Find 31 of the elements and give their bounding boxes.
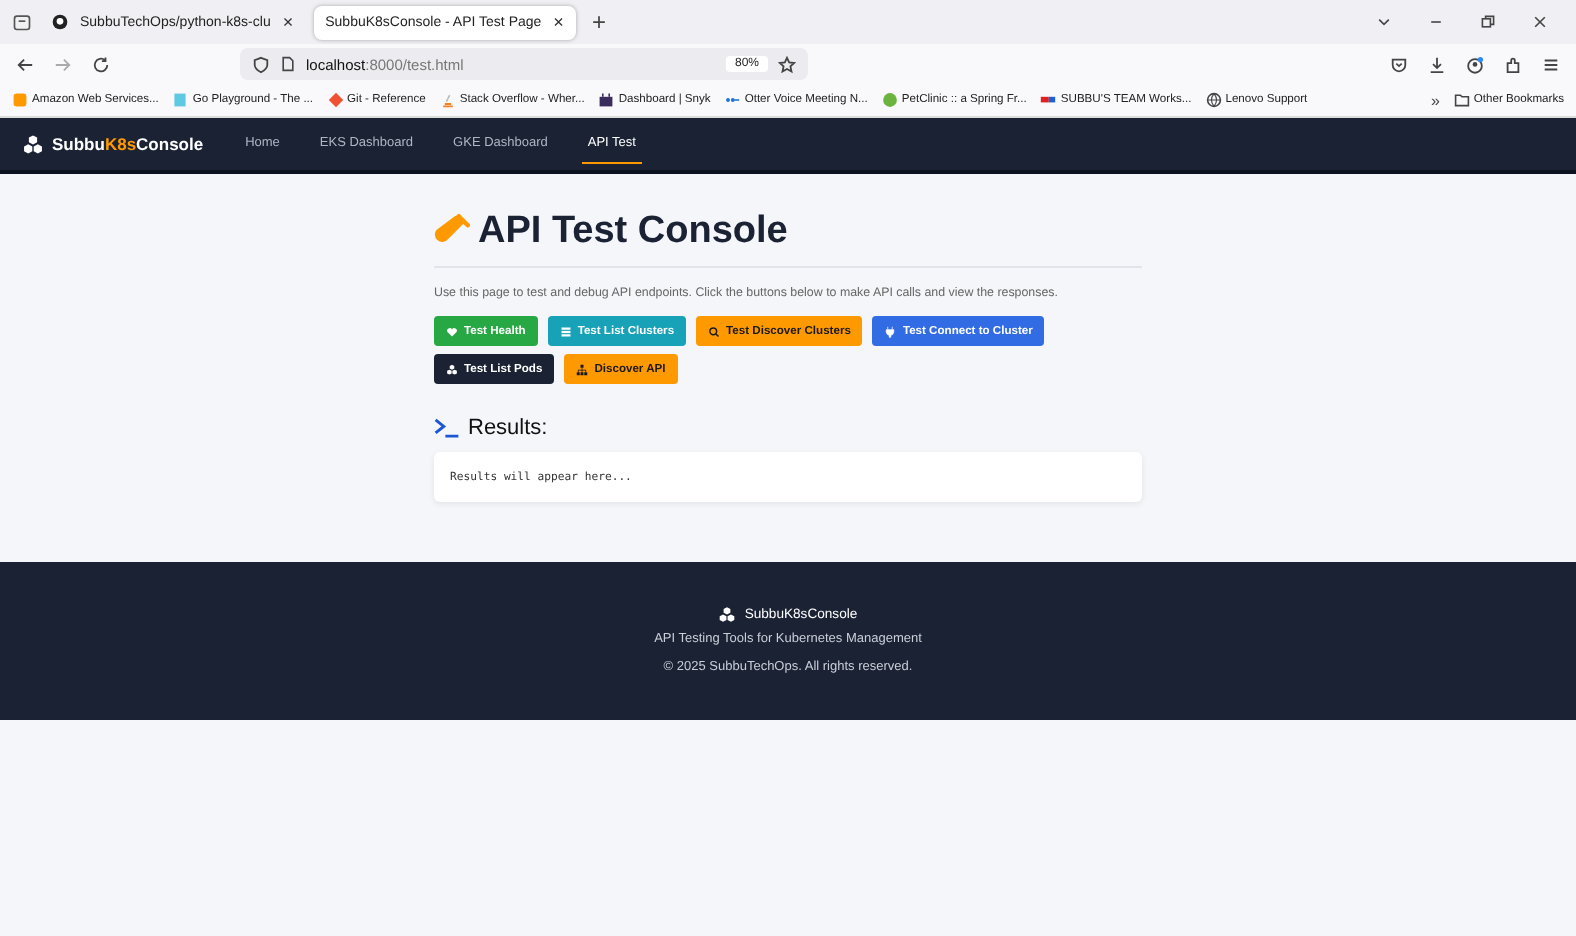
close-tab-button[interactable]: ×	[282, 12, 294, 32]
heart-icon	[446, 325, 458, 337]
page-title: API Test Console	[478, 210, 788, 254]
pocket-icon[interactable]	[1390, 55, 1408, 73]
restore-icon[interactable]	[1480, 14, 1496, 30]
chevron-down-icon[interactable]	[1376, 14, 1392, 30]
cubes-icon	[718, 606, 737, 624]
bookmarks-overflow-button[interactable]: »	[1430, 91, 1440, 109]
back-arrow-icon[interactable]	[16, 55, 34, 73]
close-icon[interactable]	[1532, 14, 1548, 30]
menu-icon[interactable]	[1542, 55, 1560, 73]
plug-icon	[884, 325, 897, 337]
folder-icon	[1453, 92, 1470, 108]
brand-name[interactable]: SubbuK8sConsole	[52, 134, 204, 154]
shield-icon	[252, 55, 270, 73]
list-icon	[559, 325, 572, 337]
star-icon[interactable]	[777, 55, 795, 73]
tab-overview-icon[interactable]	[12, 12, 32, 32]
sitemap-icon	[576, 363, 589, 375]
cubes-icon	[22, 133, 44, 155]
terminal-icon	[434, 418, 460, 438]
page-icon	[280, 56, 296, 72]
cubes-icon	[446, 363, 458, 375]
results-heading: Results:	[468, 416, 548, 440]
close-tab-button[interactable]: ×	[553, 12, 564, 32]
search-icon	[708, 325, 721, 337]
new-tab-button[interactable]: +	[583, 8, 614, 36]
account-icon[interactable]	[1466, 55, 1484, 73]
reload-icon[interactable]	[92, 55, 110, 73]
extensions-icon[interactable]	[1504, 55, 1522, 73]
download-icon[interactable]	[1428, 55, 1446, 73]
